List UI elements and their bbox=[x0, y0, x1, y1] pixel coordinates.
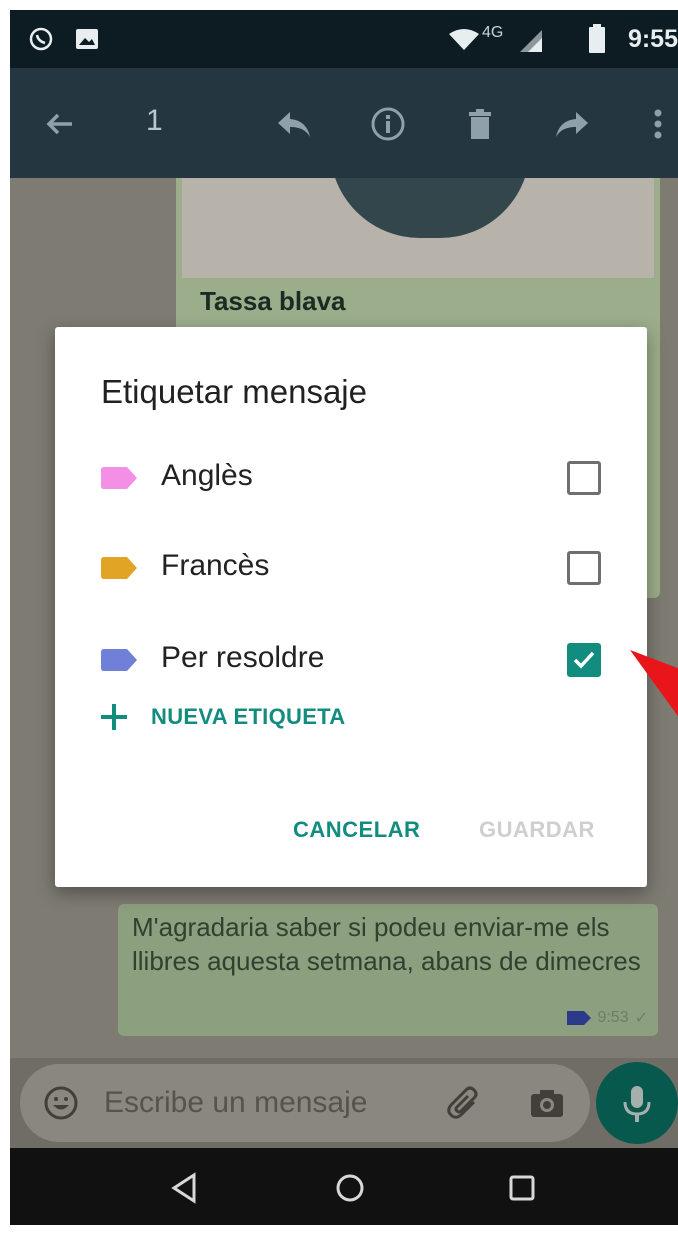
mic-button[interactable] bbox=[596, 1062, 678, 1144]
selected-count: 1 bbox=[146, 104, 163, 137]
label-checkbox[interactable] bbox=[567, 551, 601, 585]
info-icon[interactable] bbox=[366, 102, 410, 146]
status-bar: 4G 9:55 bbox=[10, 10, 678, 68]
label-tag-icon bbox=[567, 1011, 592, 1025]
message-image bbox=[182, 178, 654, 278]
message-text: M'agradaria saber si podeu enviar-me els… bbox=[132, 912, 641, 976]
selection-action-bar: 1 bbox=[10, 68, 678, 178]
check-icon bbox=[573, 651, 595, 669]
reply-icon[interactable] bbox=[272, 102, 316, 146]
cancel-button[interactable]: CANCELAR bbox=[293, 817, 420, 843]
cup-shape bbox=[330, 178, 530, 238]
label-row-angles[interactable]: Anglès bbox=[55, 439, 647, 519]
image-notification-icon bbox=[76, 29, 98, 49]
label-row-frances[interactable]: Francès bbox=[55, 529, 647, 609]
delete-icon[interactable] bbox=[458, 102, 502, 146]
message-input[interactable] bbox=[104, 1076, 424, 1130]
new-label-button[interactable]: NUEVA ETIQUETA bbox=[99, 697, 345, 737]
camera-icon[interactable] bbox=[526, 1082, 568, 1124]
nav-home-icon[interactable] bbox=[332, 1170, 368, 1206]
sent-check-icon: ✓ bbox=[634, 1010, 648, 1027]
compose-bar bbox=[10, 1058, 678, 1148]
nav-back-icon[interactable] bbox=[166, 1170, 202, 1206]
label-message-dialog: Etiquetar mensaje Anglès Francès Per res… bbox=[55, 327, 647, 887]
back-arrow-icon[interactable] bbox=[38, 102, 82, 146]
image-caption: Tassa blava bbox=[200, 286, 346, 316]
new-label-text: NUEVA ETIQUETA bbox=[151, 704, 346, 729]
save-button[interactable]: GUARDAR bbox=[479, 817, 595, 843]
label-name: Anglès bbox=[161, 459, 253, 492]
more-vert-icon[interactable] bbox=[636, 102, 678, 146]
label-row-per-resoldre[interactable]: Per resoldre bbox=[55, 621, 647, 701]
label-tag-icon bbox=[101, 467, 137, 489]
mic-icon bbox=[623, 1086, 651, 1122]
battery-icon bbox=[589, 24, 605, 53]
message-input-pill bbox=[20, 1064, 590, 1142]
label-name: Per resoldre bbox=[161, 641, 325, 674]
plus-icon bbox=[101, 704, 127, 730]
emoji-icon[interactable] bbox=[40, 1082, 82, 1124]
label-name: Francès bbox=[161, 549, 270, 582]
label-checkbox[interactable] bbox=[567, 461, 601, 495]
label-tag-icon bbox=[101, 649, 137, 671]
nav-recents-icon[interactable] bbox=[504, 1170, 540, 1206]
forward-icon[interactable] bbox=[550, 102, 594, 146]
network-type: 4G bbox=[482, 24, 504, 41]
message-meta: 9:53 ✓ bbox=[567, 1008, 648, 1028]
label-tag-icon bbox=[101, 557, 137, 579]
dialog-title: Etiquetar mensaje bbox=[101, 373, 367, 410]
whatsapp-notification-icon bbox=[29, 27, 53, 51]
message-time: 9:53 bbox=[597, 1009, 629, 1026]
phone-screen: 4G 9:55 1 Tassa blava M'agradaria saber … bbox=[10, 10, 678, 1225]
system-nav-bar bbox=[10, 1148, 678, 1225]
wifi-icon bbox=[449, 29, 479, 50]
text-message-bubble[interactable]: M'agradaria saber si podeu enviar-me els… bbox=[118, 904, 658, 1036]
signal-icon bbox=[520, 30, 542, 52]
annotation-arrow bbox=[630, 650, 678, 717]
status-time: 9:55 bbox=[627, 25, 678, 53]
attach-icon[interactable] bbox=[444, 1082, 486, 1124]
label-checkbox[interactable] bbox=[567, 643, 601, 677]
